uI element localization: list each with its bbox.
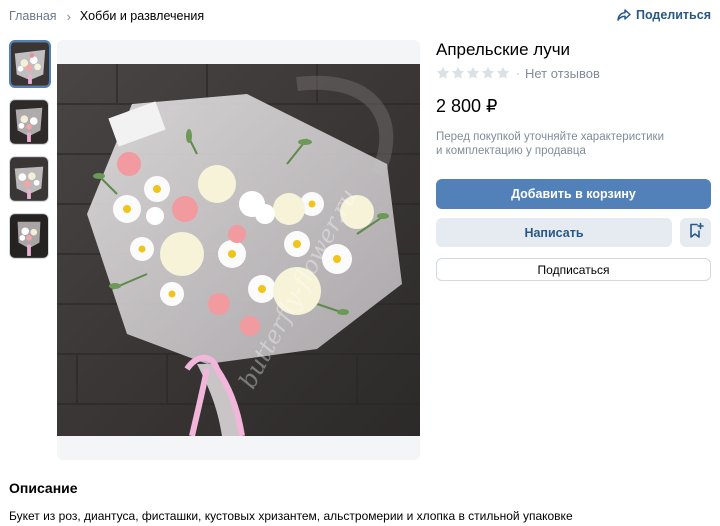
chevron-right-icon: › xyxy=(66,8,71,24)
rating-stars xyxy=(436,66,510,80)
bouquet-thumbnail-icon xyxy=(11,42,49,86)
description-text: Букет из роз, диантуса, фисташки, кустов… xyxy=(9,509,573,523)
bouquet-photo-image: butterfly-flower.ru xyxy=(57,64,420,436)
bookmark-add-icon xyxy=(688,222,704,244)
thumbnail-list xyxy=(9,40,51,270)
product-title: Апрельские лучи xyxy=(436,40,571,59)
purchase-note: Перед покупкой уточняйте характеристики … xyxy=(436,130,686,158)
bookmark-button[interactable] xyxy=(680,218,711,247)
share-label: Поделиться xyxy=(635,8,711,22)
purchase-note-line-1: Перед покупкой уточняйте характеристики xyxy=(436,131,665,143)
breadcrumb-current[interactable]: Хобби и развлечения xyxy=(80,9,204,23)
breadcrumb-home-link[interactable]: Главная xyxy=(9,9,57,23)
product-info: Апрельские лучи · Нет отзывов 2 800 ₽ Пе… xyxy=(436,40,711,281)
star-icon xyxy=(451,66,465,80)
product-price: 2 800 ₽ xyxy=(436,96,498,116)
share-icon xyxy=(617,9,631,21)
product-photo[interactable]: butterfly-flower.ru xyxy=(57,64,420,436)
share-button[interactable]: Поделиться xyxy=(617,8,711,22)
star-icon xyxy=(436,66,450,80)
reviews-link[interactable]: Нет отзывов xyxy=(525,66,600,81)
bouquet-thumbnail-icon xyxy=(10,214,48,258)
star-icon xyxy=(496,66,510,80)
star-icon xyxy=(481,66,495,80)
purchase-note-line-2: и комплектацию у продавца xyxy=(436,145,586,157)
thumbnail-4[interactable] xyxy=(9,213,49,259)
thumbnail-1[interactable] xyxy=(9,40,51,88)
breadcrumb: Главная › Хобби и развлечения xyxy=(9,8,204,24)
star-icon xyxy=(466,66,480,80)
add-to-cart-button[interactable]: Добавить в корзину xyxy=(436,179,711,209)
thumbnail-3[interactable] xyxy=(9,156,49,202)
description-title: Описание xyxy=(9,480,78,496)
bouquet-thumbnail-icon xyxy=(10,100,48,144)
rating-separator: · xyxy=(516,66,520,80)
subscribe-button[interactable]: Подписаться xyxy=(436,258,711,281)
rating: · Нет отзывов xyxy=(436,65,711,81)
write-message-button[interactable]: Написать xyxy=(436,218,672,247)
bouquet-thumbnail-icon xyxy=(10,157,48,201)
thumbnail-2[interactable] xyxy=(9,99,49,145)
product-photo-frame: butterfly-flower.ru xyxy=(57,40,420,460)
